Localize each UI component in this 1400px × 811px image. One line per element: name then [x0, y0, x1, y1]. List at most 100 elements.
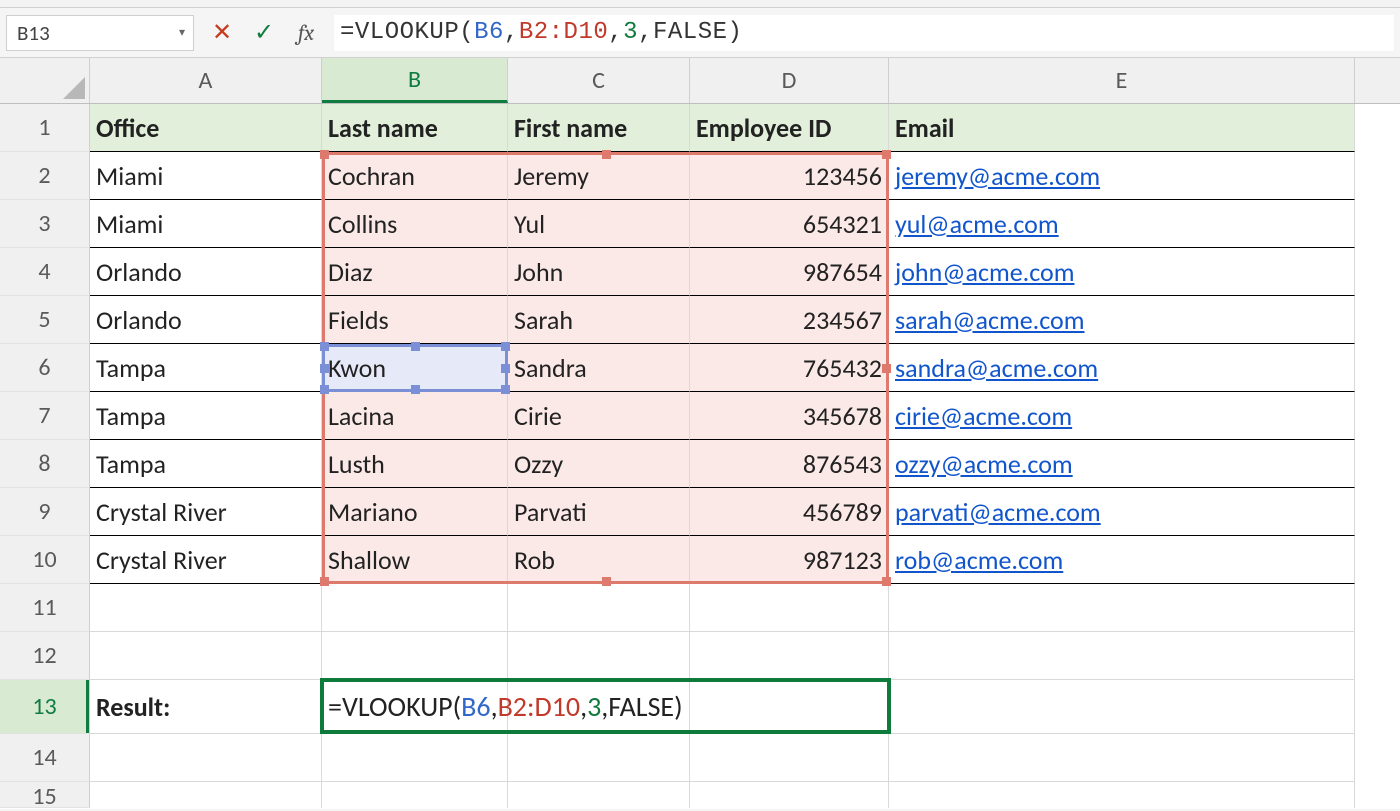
enter-button[interactable]: ✓ — [250, 19, 278, 47]
cell-E1[interactable]: Email — [889, 104, 1355, 152]
cell-A12[interactable] — [90, 632, 322, 680]
email-link[interactable]: yul@acme.com — [895, 208, 1059, 240]
cell-B8[interactable]: Lusth — [322, 440, 508, 488]
cell-D8[interactable]: 876543 — [690, 440, 889, 488]
cell-A3[interactable]: Miami — [90, 200, 322, 248]
row-header-4[interactable]: 4 — [0, 248, 90, 296]
row-header-14[interactable]: 14 — [0, 734, 90, 782]
cell-C4[interactable]: John — [508, 248, 690, 296]
cell-D4[interactable]: 987654 — [690, 248, 889, 296]
cell-E9[interactable]: parvati@acme.com — [889, 488, 1355, 536]
col-header-B[interactable]: B — [322, 58, 508, 103]
cell-A5[interactable]: Orlando — [90, 296, 322, 344]
cell-B5[interactable]: Fields — [322, 296, 508, 344]
cell-D2[interactable]: 123456 — [690, 152, 889, 200]
row-header-10[interactable]: 10 — [0, 536, 90, 584]
cell-D6[interactable]: 765432 — [690, 344, 889, 392]
cell-D14[interactable] — [690, 734, 889, 782]
cell-B12[interactable] — [322, 632, 508, 680]
row-header-15[interactable]: 15 — [0, 782, 90, 808]
row-header-2[interactable]: 2 — [0, 152, 90, 200]
email-link[interactable]: john@acme.com — [895, 256, 1074, 288]
row-header-8[interactable]: 8 — [0, 440, 90, 488]
col-header-C[interactable]: C — [508, 58, 690, 103]
cell-A14[interactable] — [90, 734, 322, 782]
cell-E11[interactable] — [889, 584, 1355, 632]
row-header-6[interactable]: 6 — [0, 344, 90, 392]
cell-B4[interactable]: Diaz — [322, 248, 508, 296]
cell-C13[interactable] — [508, 680, 690, 734]
cell-A13[interactable]: Result: — [90, 680, 322, 734]
cell-D9[interactable]: 456789 — [690, 488, 889, 536]
cell-E7[interactable]: cirie@acme.com — [889, 392, 1355, 440]
cell-D15[interactable] — [690, 782, 889, 808]
cell-C15[interactable] — [508, 782, 690, 808]
cell-D5[interactable]: 234567 — [690, 296, 889, 344]
cell-E13[interactable] — [889, 680, 1355, 734]
row-header-7[interactable]: 7 — [0, 392, 90, 440]
cell-C5[interactable]: Sarah — [508, 296, 690, 344]
cell-D13[interactable] — [690, 680, 889, 734]
cell-B13[interactable]: =VLOOKUP(B6,B2:D10,3,FALSE) — [322, 680, 508, 734]
cell-B1[interactable]: Last name — [322, 104, 508, 152]
cell-A9[interactable]: Crystal River — [90, 488, 322, 536]
cell-B10[interactable]: Shallow — [322, 536, 508, 584]
cell-B11[interactable] — [322, 584, 508, 632]
cell-E5[interactable]: sarah@acme.com — [889, 296, 1355, 344]
cell-A1[interactable]: Office — [90, 104, 322, 152]
cell-A7[interactable]: Tampa — [90, 392, 322, 440]
cell-C3[interactable]: Yul — [508, 200, 690, 248]
cell-A4[interactable]: Orlando — [90, 248, 322, 296]
cell-B3[interactable]: Collins — [322, 200, 508, 248]
cell-E14[interactable] — [889, 734, 1355, 782]
cell-B6[interactable]: Kwon — [322, 344, 508, 392]
col-header-A[interactable]: A — [90, 58, 322, 103]
cell-B15[interactable] — [322, 782, 508, 808]
email-link[interactable]: rob@acme.com — [895, 544, 1063, 576]
row-header-5[interactable]: 5 — [0, 296, 90, 344]
row-header-1[interactable]: 1 — [0, 104, 90, 152]
cell-A2[interactable]: Miami — [90, 152, 322, 200]
email-link[interactable]: cirie@acme.com — [895, 400, 1072, 432]
cell-E12[interactable] — [889, 632, 1355, 680]
cell-E2[interactable]: jeremy@acme.com — [889, 152, 1355, 200]
name-box[interactable]: B13 ▾ — [6, 15, 194, 51]
cell-D1[interactable]: Employee ID — [690, 104, 889, 152]
cell-D11[interactable] — [690, 584, 889, 632]
cell-A10[interactable]: Crystal River — [90, 536, 322, 584]
row-header-11[interactable]: 11 — [0, 584, 90, 632]
cell-C2[interactable]: Jeremy — [508, 152, 690, 200]
email-link[interactable]: sarah@acme.com — [895, 304, 1085, 336]
fx-button[interactable]: fx — [292, 19, 320, 47]
cell-C6[interactable]: Sandra — [508, 344, 690, 392]
cancel-button[interactable]: ✕ — [208, 19, 236, 47]
col-header-D[interactable]: D — [690, 58, 889, 103]
grid[interactable]: A B C D E 1 Office Last name First name … — [0, 58, 1400, 808]
cell-E4[interactable]: john@acme.com — [889, 248, 1355, 296]
cell-C11[interactable] — [508, 584, 690, 632]
cell-D7[interactable]: 345678 — [690, 392, 889, 440]
cell-A8[interactable]: Tampa — [90, 440, 322, 488]
cell-E6[interactable]: sandra@acme.com — [889, 344, 1355, 392]
row-header-13[interactable]: 13 — [0, 680, 90, 734]
cell-B14[interactable] — [322, 734, 508, 782]
email-link[interactable]: ozzy@acme.com — [895, 448, 1073, 480]
email-link[interactable]: parvati@acme.com — [895, 496, 1101, 528]
cell-D3[interactable]: 654321 — [690, 200, 889, 248]
cell-D12[interactable] — [690, 632, 889, 680]
cell-C7[interactable]: Cirie — [508, 392, 690, 440]
cell-B2[interactable]: Cochran — [322, 152, 508, 200]
cell-A6[interactable]: Tampa — [90, 344, 322, 392]
cell-D10[interactable]: 987123 — [690, 536, 889, 584]
cell-C10[interactable]: Rob — [508, 536, 690, 584]
cell-E3[interactable]: yul@acme.com — [889, 200, 1355, 248]
cell-C12[interactable] — [508, 632, 690, 680]
cell-C1[interactable]: First name — [508, 104, 690, 152]
email-link[interactable]: jeremy@acme.com — [895, 160, 1100, 192]
cell-B9[interactable]: Mariano — [322, 488, 508, 536]
cell-E15[interactable] — [889, 782, 1355, 808]
formula-input[interactable]: =VLOOKUP(B6,B2:D10,3,FALSE) — [334, 15, 1394, 51]
name-box-dropdown-icon[interactable]: ▾ — [179, 25, 185, 40]
cell-A11[interactable] — [90, 584, 322, 632]
email-link[interactable]: sandra@acme.com — [895, 352, 1098, 384]
